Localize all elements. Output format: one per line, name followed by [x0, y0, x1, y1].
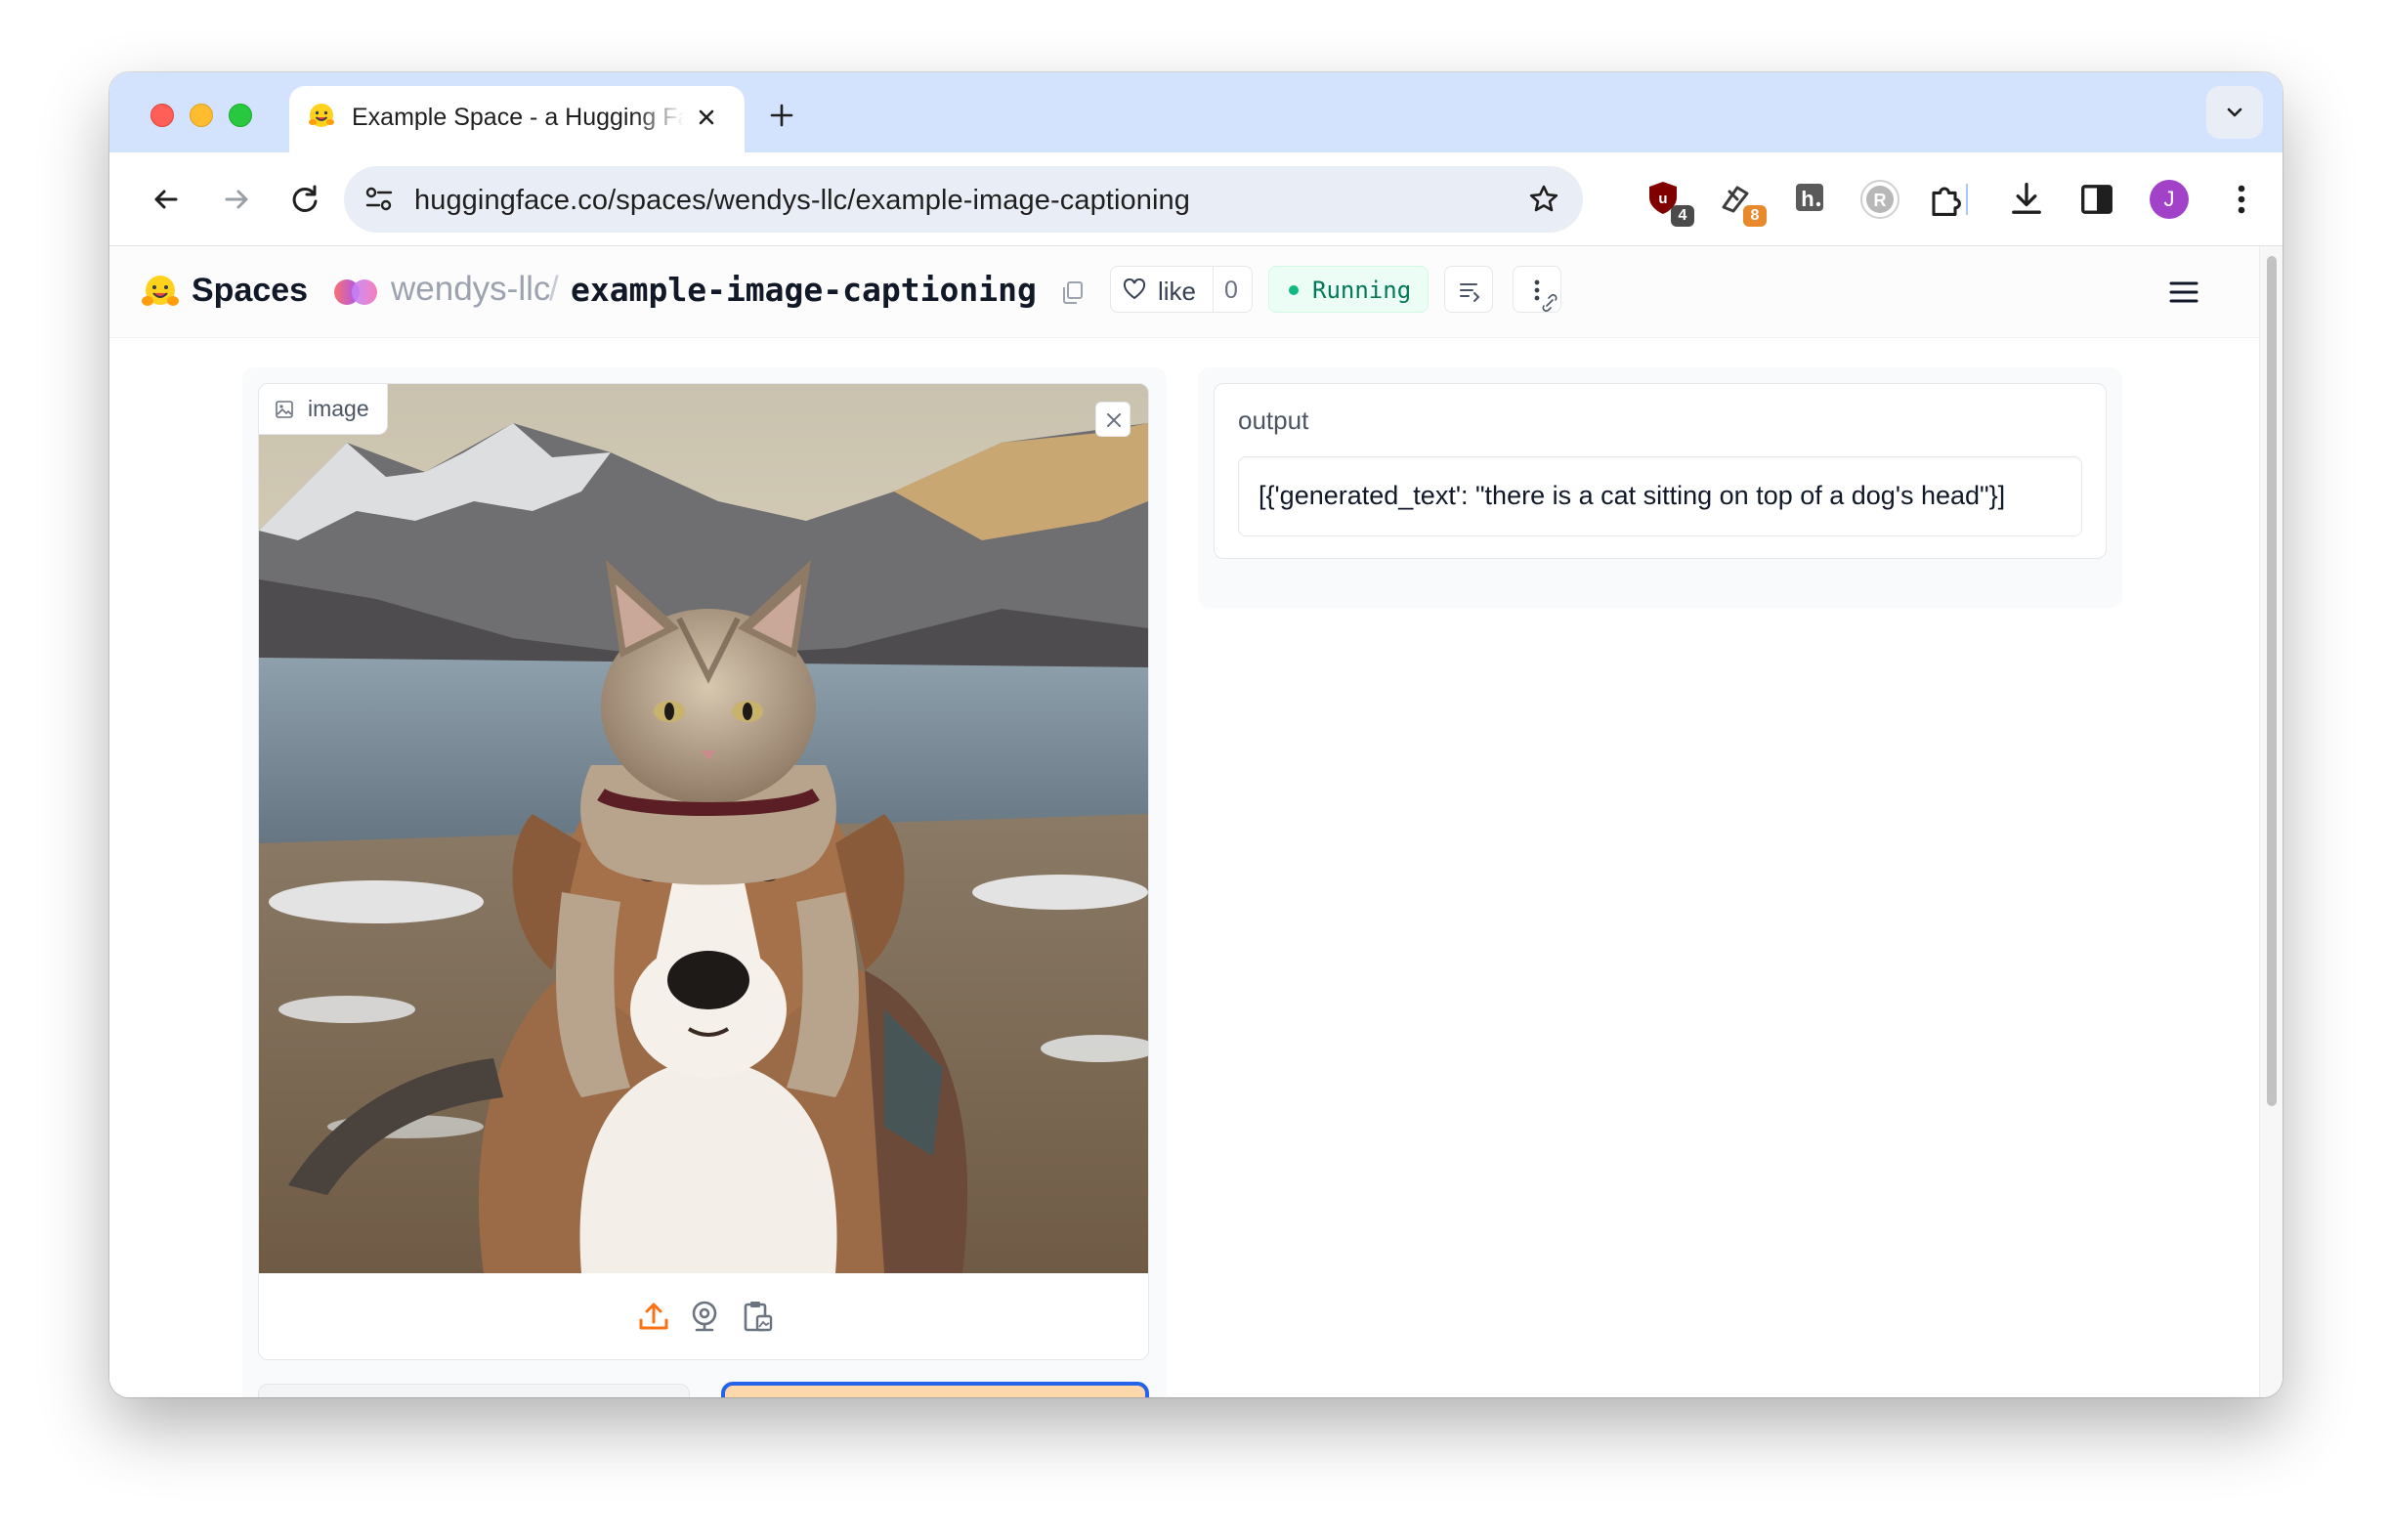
- h-dot-ext-icon: h: [1796, 184, 1823, 211]
- like-button[interactable]: like 0: [1110, 266, 1253, 313]
- extension-badge: 8: [1743, 205, 1767, 227]
- output-panel: output [{'generated_text': "there is a c…: [1198, 367, 2122, 608]
- h-dot-icon[interactable]: h: [1790, 178, 1833, 221]
- upload-icon[interactable]: [634, 1297, 673, 1336]
- logs-button[interactable]: [1444, 266, 1493, 313]
- like-label: like: [1158, 277, 1197, 306]
- hamburger-menu-icon[interactable]: [2167, 278, 2200, 307]
- page-scrollbar[interactable]: [2259, 246, 2283, 1397]
- browser-window: Example Space - a Hugging Face Space by …: [109, 72, 2283, 1397]
- input-panel: image: [242, 367, 1167, 1397]
- minimize-window-button[interactable]: [190, 104, 213, 127]
- output-value: [{'generated_text': "there is a cat sitt…: [1259, 481, 2006, 510]
- webcam-icon[interactable]: [685, 1297, 724, 1336]
- download-icon[interactable]: [2005, 178, 2048, 221]
- hugging-face-favicon-icon: [309, 104, 334, 127]
- hf-space-header: Spaces wendys-llc / example-image-captio…: [109, 246, 2259, 338]
- scrollbar-thumb[interactable]: [2267, 256, 2277, 1106]
- address-bar[interactable]: huggingface.co/spaces/wendys-llc/example…: [344, 166, 1583, 233]
- spaces-link[interactable]: Spaces: [192, 272, 308, 310]
- kebab-menu-icon[interactable]: [2220, 178, 2263, 221]
- image-label: image: [308, 396, 369, 421]
- reader-icon[interactable]: R: [1858, 178, 1901, 221]
- extension-badge: 4: [1671, 205, 1694, 227]
- path-separator: /: [549, 270, 559, 308]
- bookmark-star-icon[interactable]: [1526, 182, 1561, 217]
- url-text[interactable]: huggingface.co/spaces/wendys-llc/example…: [414, 185, 1190, 217]
- extensions-puzzle-icon[interactable]: [1923, 178, 1966, 221]
- tab-search-button[interactable]: [2206, 86, 2263, 139]
- clear-image-button[interactable]: [1095, 402, 1131, 437]
- tab-active[interactable]: Example Space - a Hugging Face Space by …: [289, 86, 745, 152]
- chevron-down-icon: [2227, 107, 2242, 117]
- forward-arrow-icon[interactable]: [217, 180, 256, 219]
- output-textbox-block: output [{'generated_text': "there is a c…: [1214, 383, 2107, 559]
- reader-ext-icon: R: [1860, 180, 1899, 219]
- side-panel-icon[interactable]: [2075, 178, 2118, 221]
- heart-icon: [1123, 278, 1146, 300]
- tab-strip: Example Space - a Hugging Face Space by …: [109, 72, 2283, 152]
- reload-icon[interactable]: [285, 180, 324, 219]
- svg-text:h: h: [1801, 187, 1814, 211]
- image-source-toolbar: [259, 1273, 1148, 1359]
- gradio-app: image output [{'generated_text': "there …: [109, 338, 2259, 1397]
- site-settings-icon[interactable]: [363, 186, 395, 213]
- hugging-face-logo-icon[interactable]: [141, 274, 180, 311]
- logs-icon: [1460, 283, 1480, 302]
- status-badge[interactable]: Running: [1268, 266, 1429, 313]
- svg-text:R: R: [1874, 191, 1887, 210]
- space-name-link[interactable]: example-image-captioning: [571, 271, 1037, 309]
- like-count[interactable]: 0: [1224, 277, 1238, 305]
- profile-avatar[interactable]: J: [2150, 180, 2189, 219]
- output-textbox[interactable]: [{'generated_text': "there is a cat sitt…: [1238, 456, 2082, 536]
- uploaded-photo: [259, 384, 1148, 1273]
- like-divider: [1213, 267, 1214, 312]
- image-input[interactable]: image: [258, 383, 1149, 1360]
- tab-close-icon[interactable]: [692, 103, 721, 132]
- tab-title: Example Space - a Hugging Face Space by …: [352, 104, 684, 131]
- close-icon: [1107, 413, 1121, 427]
- image-label-tab: image: [259, 384, 388, 435]
- ublock-icon[interactable]: u 4: [1643, 178, 1694, 227]
- submit-button[interactable]: [721, 1382, 1149, 1397]
- status-dot: [1289, 285, 1299, 295]
- close-window-button[interactable]: [150, 104, 174, 127]
- back-arrow-icon[interactable]: [147, 180, 186, 219]
- space-owner-link[interactable]: wendys-llc: [391, 270, 550, 309]
- honey-icon[interactable]: 8: [1716, 178, 1767, 227]
- new-tab-icon[interactable]: [764, 98, 799, 133]
- org-avatar-icon: [334, 279, 377, 305]
- clipboard-icon[interactable]: [738, 1297, 777, 1336]
- browser-toolbar: huggingface.co/spaces/wendys-llc/example…: [109, 152, 2283, 246]
- output-label: output: [1238, 406, 1309, 435]
- more-vertical-icon: [1534, 279, 1558, 312]
- status-label: Running: [1312, 277, 1412, 304]
- maximize-window-button[interactable]: [229, 104, 252, 127]
- svg-text:u: u: [1658, 191, 1667, 207]
- toolbar-separator: [1966, 184, 1968, 215]
- copy-icon[interactable]: [1061, 279, 1085, 305]
- clear-button[interactable]: [258, 1384, 690, 1397]
- more-options-button[interactable]: [1513, 266, 1561, 313]
- image-icon: [276, 400, 293, 418]
